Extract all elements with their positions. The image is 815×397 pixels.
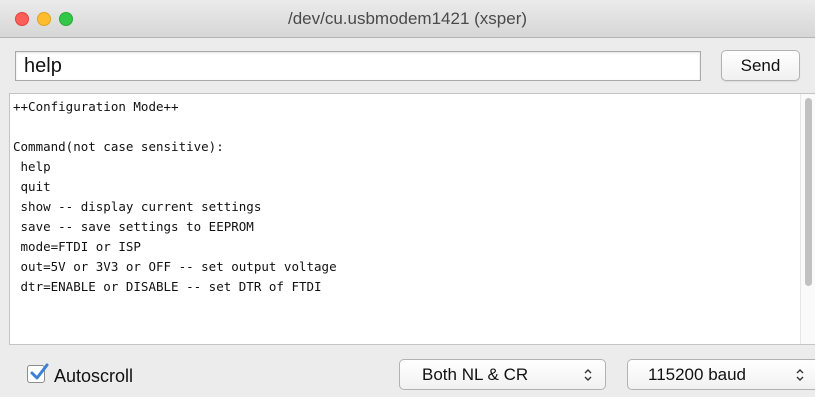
serial-output-line: save -- save settings to EEPROM [13,219,254,234]
serial-output-line: mode=FTDI or ISP [13,239,141,254]
line-ending-value: Both NL & CR [422,365,529,384]
serial-output-line: quit [13,179,51,194]
serial-output: ++Configuration Mode++ Command(not case … [9,93,815,345]
command-input[interactable] [15,51,701,81]
scrollbar[interactable] [800,94,815,344]
line-ending-select[interactable]: Both NL & CR [399,359,606,390]
window-title: /dev/cu.usbmodem1421 (xsper) [287,9,528,28]
checkmark-icon [30,363,49,380]
serial-output-line: help [13,159,51,174]
serial-output-line: ++Configuration Mode++ [13,99,179,114]
autoscroll-checkbox[interactable] [27,363,49,383]
autoscroll-label: Autoscroll [54,366,134,386]
baud-rate-value: 115200 baud [648,365,747,384]
serial-output-line: dtr=ENABLE or DISABLE -- set DTR of FTDI [13,279,322,294]
serial-output-line [13,117,337,137]
serial-output-line: Command(not case sensitive): [13,139,224,154]
stepper-arrows-icon [796,369,804,381]
serial-output-text: ++Configuration Mode++ Command(not case … [13,97,337,297]
bottom-bar: Autoscroll Both NL & CR 115200 baud [0,345,815,397]
send-button[interactable]: Send [721,50,800,81]
scrollbar-thumb[interactable] [805,98,812,286]
serial-output-line: out=5V or 3V3 or OFF -- set output volta… [13,259,337,274]
title-bar: /dev/cu.usbmodem1421 (xsper) [0,0,815,38]
stepper-arrows-icon [584,369,592,381]
command-row: Send [0,38,815,93]
baud-rate-select[interactable]: 115200 baud [627,359,815,390]
serial-output-line: show -- display current settings [13,199,262,214]
